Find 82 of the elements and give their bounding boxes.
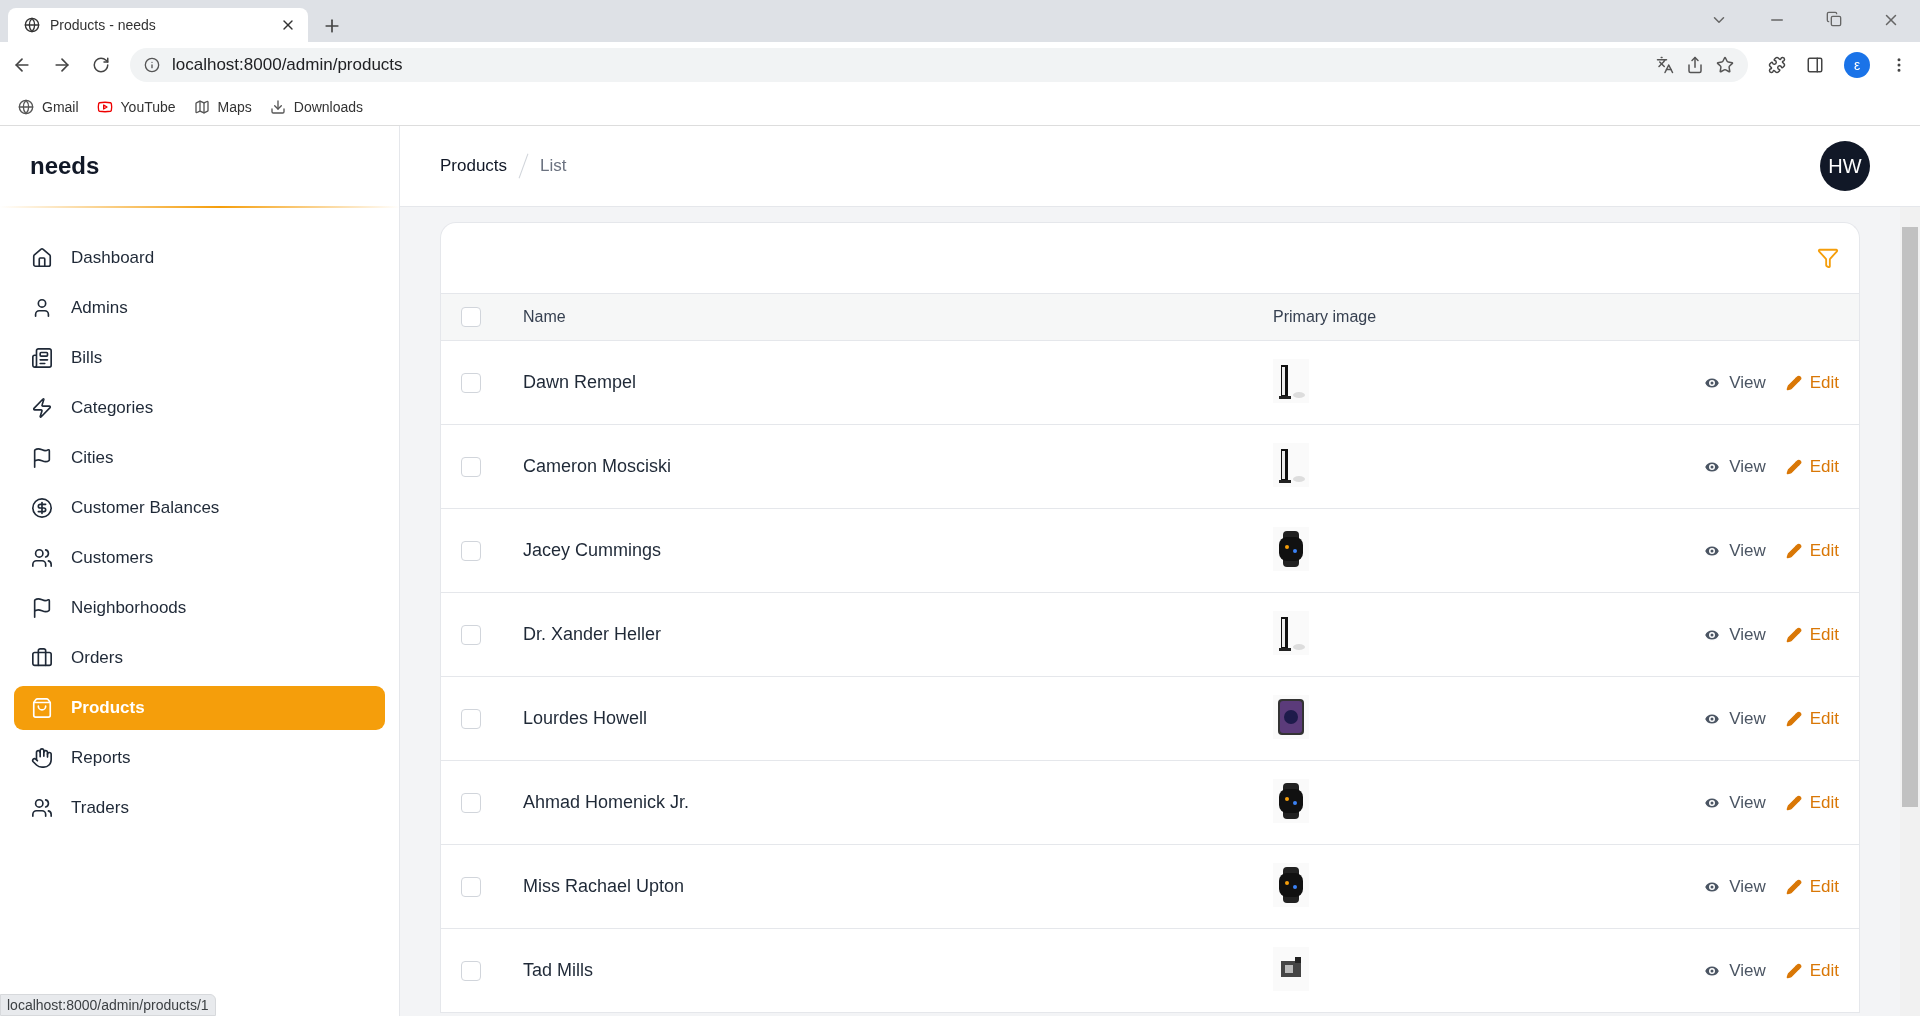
table-cell: Lourdes Howell: [523, 708, 648, 728]
view-link[interactable]: View: [1703, 624, 1766, 645]
star-icon[interactable]: [1716, 56, 1734, 74]
side-panel-icon[interactable]: [1806, 56, 1824, 74]
column-header[interactable]: Name: [523, 308, 566, 325]
pencil-icon: [1785, 878, 1802, 895]
row-checkbox[interactable]: [461, 792, 481, 813]
bookmark[interactable]: Gmail: [18, 98, 79, 115]
pencil-icon: [1785, 626, 1802, 643]
pencil-icon: [1785, 374, 1802, 391]
row-checkbox[interactable]: [461, 540, 481, 561]
home-icon: [31, 247, 53, 269]
users-icon: [31, 547, 53, 569]
bag-icon: [31, 697, 53, 719]
sidebar-item[interactable]: Customers: [14, 536, 385, 580]
table-cell: Cameron Mosciski: [523, 456, 672, 476]
sidebar-item[interactable]: Neighborhoods: [14, 586, 385, 630]
sidebar-item[interactable]: Cities: [14, 436, 385, 480]
sidebar-item[interactable]: Orders: [14, 636, 385, 680]
row-checkbox[interactable]: [461, 624, 481, 645]
table-cell: Dr. Xander Heller: [523, 624, 662, 644]
breadcrumb: List: [540, 156, 567, 176]
table-cell: Miss Rachael Upton: [523, 876, 685, 896]
view-link[interactable]: View: [1703, 456, 1766, 477]
profile-avatar[interactable]: ε: [1844, 52, 1870, 78]
newspaper-icon: [31, 347, 53, 369]
bookmark[interactable]: Downloads: [269, 98, 364, 115]
pencil-icon: [1785, 542, 1802, 559]
pencil-icon: [1785, 458, 1802, 475]
flag-icon: [31, 447, 53, 469]
view-link[interactable]: View: [1703, 960, 1766, 981]
table-cell: Ahmad Homenick Jr.: [523, 792, 690, 812]
user-avatar[interactable]: HW: [1820, 141, 1870, 191]
download-icon: [269, 98, 286, 115]
select-all-checkbox[interactable]: [461, 307, 481, 327]
bookmark[interactable]: YouTube: [96, 98, 176, 115]
info-icon[interactable]: [144, 57, 160, 73]
table-cell: Jacey Cummings: [523, 540, 662, 560]
row-checkbox[interactable]: [461, 708, 481, 729]
view-link[interactable]: View: [1703, 708, 1766, 729]
puzzle-icon[interactable]: [1768, 56, 1786, 74]
scrollbar-thumb[interactable]: [1902, 227, 1918, 807]
brand-logo: needs: [0, 126, 399, 208]
pencil-icon: [1785, 962, 1802, 979]
sidebar-item[interactable]: Reports: [14, 736, 385, 780]
row-checkbox[interactable]: [461, 372, 481, 393]
table-cell: Dawn Rempel: [523, 372, 637, 392]
view-link[interactable]: View: [1703, 372, 1766, 393]
pencil-icon: [1785, 710, 1802, 727]
view-link[interactable]: View: [1703, 876, 1766, 897]
view-link[interactable]: View: [1703, 540, 1766, 561]
globe-icon: [18, 98, 34, 115]
globe-icon: [24, 17, 40, 33]
view-link[interactable]: View: [1703, 792, 1766, 813]
row-checkbox[interactable]: [461, 876, 481, 897]
address-bar[interactable]: localhost:8000/admin/products: [130, 48, 1748, 82]
map-icon: [193, 98, 210, 115]
pencil-icon: [1785, 794, 1802, 811]
table-cell: Tad Mills: [523, 960, 593, 980]
translate-icon[interactable]: [1656, 56, 1674, 74]
sidebar-item[interactable]: Admins: [14, 286, 385, 330]
sidebar-item[interactable]: Bills: [14, 336, 385, 380]
briefcase-icon: [31, 647, 53, 669]
lightning-icon: [31, 397, 53, 419]
row-checkbox[interactable]: [461, 960, 481, 981]
users-icon: [31, 797, 53, 819]
flag-icon: [31, 597, 53, 619]
status-url: localhost:8000/admin/products/1: [0, 994, 216, 1016]
column-header: Primary image: [1273, 308, 1377, 325]
row-checkbox[interactable]: [461, 456, 481, 477]
breadcrumb[interactable]: Products: [440, 156, 508, 176]
dollar-icon: [31, 497, 53, 519]
hand-icon: [31, 747, 53, 769]
sidebar-item[interactable]: Traders: [14, 786, 385, 830]
sidebar-item[interactable]: Customer Balances: [14, 486, 385, 530]
sidebar-item[interactable]: Dashboard: [14, 236, 385, 280]
sidebar-item[interactable]: Categories: [14, 386, 385, 430]
bookmark[interactable]: Maps: [193, 98, 252, 115]
share-icon[interactable]: [1686, 56, 1704, 74]
restore-icon[interactable]: [1826, 11, 1842, 27]
reload-icon[interactable]: [92, 56, 110, 74]
browser-tab[interactable]: Products - needs: [8, 8, 308, 42]
